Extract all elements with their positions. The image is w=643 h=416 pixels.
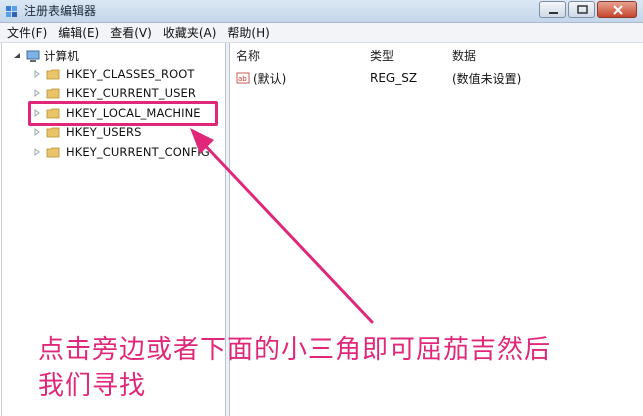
svg-text:ab: ab xyxy=(238,75,247,83)
registry-editor-window: 注册表编辑器 文件(F) 编辑(E) 查看(V) 收藏夹(A) 帮助(H) 计算… xyxy=(0,0,643,416)
tree-label-computer: 计算机 xyxy=(44,49,79,63)
tree-item-computer[interactable]: 计算机 xyxy=(12,47,79,65)
maximize-button[interactable] xyxy=(568,1,595,18)
tree-label-hku: HKEY_USERS xyxy=(66,125,142,139)
minimize-icon xyxy=(549,12,558,14)
title-bar: 注册表编辑器 xyxy=(0,0,643,23)
folder-icon xyxy=(46,69,60,80)
tree-label-hkcc: HKEY_CURRENT_CONFIG xyxy=(66,145,210,159)
menu-help[interactable]: 帮助(H) xyxy=(223,24,273,42)
annotation-caption: 点击旁边或者下面的小三角即可屈茄吉然后 我们寻找 xyxy=(38,332,638,404)
annotation-line-1: 点击旁边或者下面的小三角即可屈茄吉然后 xyxy=(38,335,552,365)
menu-favorites[interactable]: 收藏夹(A) xyxy=(159,24,221,42)
menu-file[interactable]: 文件(F) xyxy=(3,24,51,42)
value-row[interactable]: ab (默认) xyxy=(236,69,286,87)
minimize-button[interactable] xyxy=(539,1,566,18)
folder-icon xyxy=(46,127,60,138)
regedit-icon xyxy=(6,6,17,17)
expand-arrow-icon[interactable] xyxy=(32,88,42,98)
collapse-arrow-icon[interactable] xyxy=(12,51,22,61)
maximize-icon xyxy=(577,5,588,14)
value-data: (数值未设置) xyxy=(452,71,522,86)
column-header-name[interactable]: 名称 xyxy=(236,47,260,64)
expand-arrow-icon[interactable] xyxy=(32,147,42,157)
computer-icon xyxy=(26,50,40,62)
menu-edit[interactable]: 编辑(E) xyxy=(54,24,103,42)
window-title: 注册表编辑器 xyxy=(24,4,97,18)
highlight-box xyxy=(28,101,218,126)
column-header-type[interactable]: 类型 xyxy=(370,47,394,64)
tree-label-hkcu: HKEY_CURRENT_USER xyxy=(66,86,196,100)
menu-view[interactable]: 查看(V) xyxy=(106,24,156,42)
value-name: (默认) xyxy=(253,71,287,86)
tree-item-hkcc[interactable]: HKEY_CURRENT_CONFIG xyxy=(32,143,210,161)
folder-icon xyxy=(46,147,60,158)
menu-bar: 文件(F) 编辑(E) 查看(V) 收藏夹(A) 帮助(H) xyxy=(0,23,643,43)
expand-arrow-icon[interactable] xyxy=(32,127,42,137)
column-header-data[interactable]: 数据 xyxy=(452,47,476,64)
value-type: REG_SZ xyxy=(370,71,418,85)
expand-arrow-icon[interactable] xyxy=(32,69,42,79)
tree-item-hkcu[interactable]: HKEY_CURRENT_USER xyxy=(32,84,196,102)
folder-icon xyxy=(46,88,60,99)
tree-label-hkcr: HKEY_CLASSES_ROOT xyxy=(66,67,195,81)
close-icon xyxy=(613,5,623,15)
close-button[interactable] xyxy=(597,1,637,18)
string-value-icon: ab xyxy=(236,72,250,84)
annotation-line-2: 我们寻找 xyxy=(38,371,147,401)
tree-item-hkcr[interactable]: HKEY_CLASSES_ROOT xyxy=(32,65,195,83)
